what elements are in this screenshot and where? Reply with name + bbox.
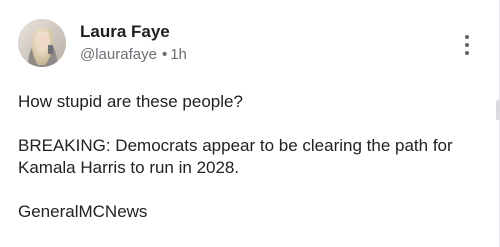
post-body: How stupid are these people? BREAKING: D… [18, 91, 483, 223]
post-card: Laura Faye @laurafaye • 1h How stupid are … [0, 0, 500, 247]
author-name[interactable]: Laura Faye [80, 22, 170, 42]
meta-separator: • [161, 46, 168, 63]
scrollbar-thumb[interactable] [496, 100, 500, 120]
more-vertical-icon[interactable] [458, 33, 476, 57]
post-text-line: How stupid are these people? [18, 92, 243, 111]
avatar[interactable] [18, 19, 66, 67]
author-meta: @laurafaye • 1h [80, 46, 187, 64]
post-text-paragraph: BREAKING: Democrats appear to be clearin… [18, 136, 453, 177]
author-handle[interactable]: @laurafaye [80, 46, 157, 63]
post-timestamp[interactable]: 1h [170, 46, 187, 63]
avatar-photo-icon [18, 19, 66, 67]
post-source-text: GeneralMCNews [18, 202, 148, 221]
